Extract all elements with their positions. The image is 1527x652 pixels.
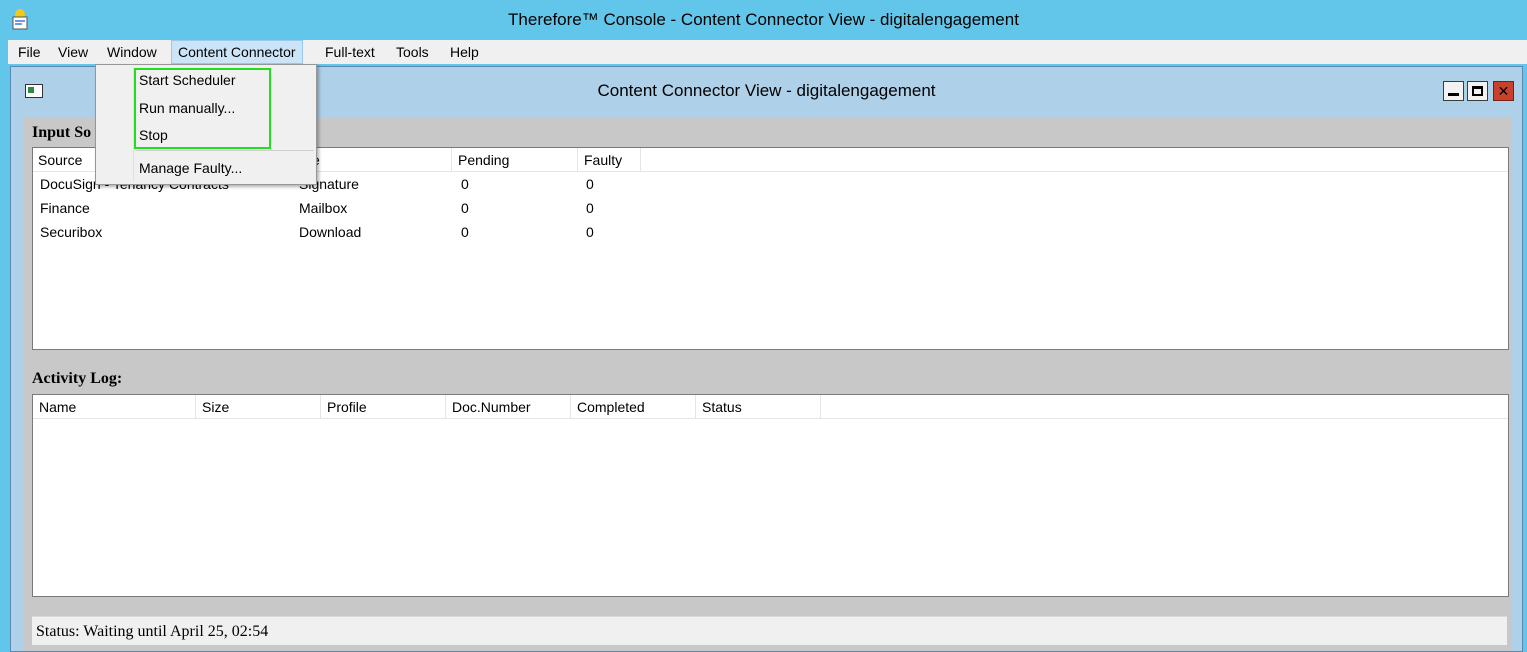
column-doc-number[interactable]: Doc.Number	[446, 395, 571, 419]
status-bar: Status: Waiting until April 25, 02:54	[32, 616, 1507, 645]
column-profile[interactable]: Profile	[321, 395, 446, 419]
faulty-cell: 0	[586, 176, 594, 192]
menu-separator	[136, 150, 314, 151]
column-status[interactable]: Status	[696, 395, 821, 419]
activity-log-label: Activity Log:	[32, 370, 123, 387]
menu-view[interactable]: View	[52, 40, 94, 64]
column-size[interactable]: Size	[196, 395, 321, 419]
column-pending[interactable]: Pending	[452, 148, 578, 172]
maximize-icon	[1472, 86, 1483, 96]
close-button[interactable]: ✕	[1493, 81, 1514, 101]
client-area: Input So Source e Pending Faulty DocuSig…	[23, 117, 1512, 651]
close-icon: ✕	[1497, 83, 1510, 99]
content-connector-menu: Start Scheduler Run manually... Stop Man…	[95, 64, 317, 185]
maximize-button[interactable]	[1467, 81, 1488, 101]
window-title: Therefore™ Console - Content Connector V…	[508, 10, 1019, 29]
menu-content-connector[interactable]: Content Connector	[171, 40, 303, 64]
source-cell: Finance	[40, 200, 90, 216]
menu-window[interactable]: Window	[101, 40, 163, 64]
type-cell: Mailbox	[299, 200, 348, 216]
menu-help[interactable]: Help	[444, 40, 485, 64]
minimize-button[interactable]	[1443, 81, 1464, 101]
minimize-icon	[1448, 93, 1459, 96]
menu-file[interactable]: File	[12, 40, 47, 64]
pending-cell: 0	[461, 224, 469, 240]
type-cell: Download	[299, 224, 362, 240]
table-row[interactable]: Finance Mailbox 0 0	[33, 196, 1508, 220]
app-titlebar[interactable]: Therefore™ Console - Content Connector V…	[0, 0, 1527, 40]
faulty-cell: 0	[586, 200, 594, 216]
menu-bar: File View Window Content Connector Full-…	[8, 40, 1527, 64]
pending-cell: 0	[461, 176, 469, 192]
menu-tools[interactable]: Tools	[390, 40, 435, 64]
highlight-box	[134, 68, 271, 149]
menu-full-text[interactable]: Full-text	[319, 40, 381, 64]
status-text: Status: Waiting until April 25, 02:54	[36, 623, 269, 640]
activity-log-list[interactable]: Name Size Profile Doc.Number Completed S…	[32, 394, 1509, 597]
table-row[interactable]: Securibox Download 0 0	[33, 220, 1508, 244]
activity-log-header: Name Size Profile Doc.Number Completed S…	[33, 395, 1508, 419]
input-sources-label: Input So	[32, 124, 92, 141]
faulty-cell: 0	[586, 224, 594, 240]
pending-cell: 0	[461, 200, 469, 216]
source-cell: Securibox	[40, 224, 103, 240]
column-faulty[interactable]: Faulty	[578, 148, 641, 172]
column-name[interactable]: Name	[33, 395, 196, 419]
menu-manage-faulty[interactable]: Manage Faulty...	[139, 156, 242, 180]
column-completed[interactable]: Completed	[571, 395, 696, 419]
